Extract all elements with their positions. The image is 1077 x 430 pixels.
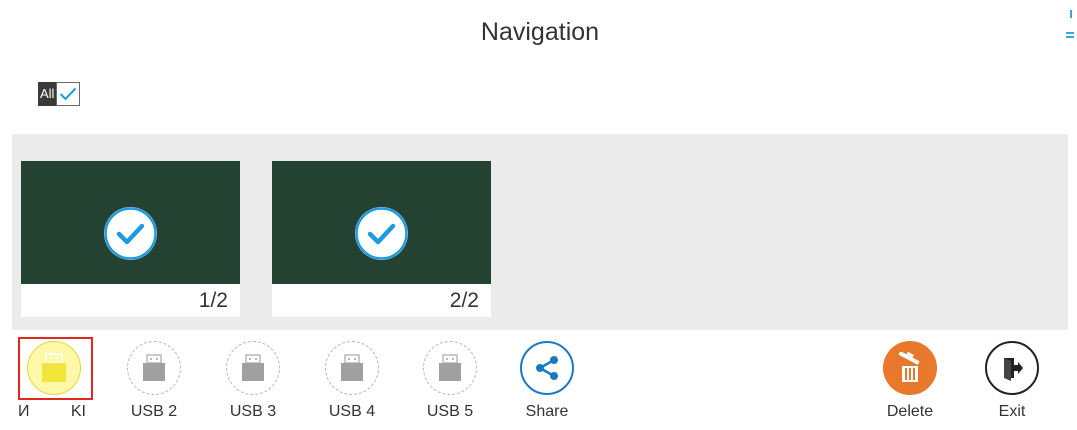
selected-check-icon[interactable] bbox=[355, 207, 408, 260]
usb-drive-icon bbox=[226, 341, 280, 395]
page-thumbnail-1[interactable]: 1/2 bbox=[21, 161, 240, 317]
usb1-label: И KI bbox=[14, 403, 94, 421]
share-icon bbox=[520, 341, 574, 395]
page-number: 2/2 bbox=[272, 284, 491, 317]
usb5-label: USB 5 bbox=[426, 403, 474, 420]
usb1-label-right: KI bbox=[70, 403, 86, 420]
header-edge-mark bbox=[1070, 10, 1072, 18]
usb-drive-icon bbox=[127, 341, 181, 395]
usb-drive-icon bbox=[27, 341, 81, 395]
delete-label: Delete bbox=[886, 403, 934, 420]
page-number: 1/2 bbox=[21, 284, 240, 317]
page-thumbnail-2[interactable]: 2/2 bbox=[272, 161, 491, 317]
exit-button[interactable]: Exit bbox=[972, 330, 1052, 430]
usb5-button[interactable]: USB 5 bbox=[410, 330, 490, 430]
bottom-toolbar: И KI USB 2 USB 3 USB 4 USB 5 Share Delet… bbox=[12, 330, 1068, 430]
select-all-checkbox[interactable] bbox=[56, 82, 81, 106]
select-all[interactable]: All bbox=[38, 82, 81, 106]
exit-icon bbox=[985, 341, 1039, 395]
usb1-label-left: И bbox=[18, 403, 30, 420]
usb4-button[interactable]: USB 4 bbox=[312, 330, 392, 430]
checkmark-icon bbox=[60, 87, 77, 101]
delete-button[interactable]: Delete bbox=[870, 330, 950, 430]
usb-drive-icon bbox=[325, 341, 379, 395]
usb3-button[interactable]: USB 3 bbox=[213, 330, 293, 430]
trash-icon bbox=[883, 341, 937, 395]
share-button[interactable]: Share bbox=[507, 330, 587, 430]
usb4-label: USB 4 bbox=[328, 403, 376, 420]
usb-drive-icon bbox=[423, 341, 477, 395]
usb1-button[interactable]: И KI bbox=[14, 330, 94, 430]
usb2-button[interactable]: USB 2 bbox=[114, 330, 194, 430]
select-all-label: All bbox=[38, 82, 57, 106]
header: Navigation All bbox=[12, 10, 1074, 134]
usb2-label: USB 2 bbox=[130, 403, 178, 420]
page-preview bbox=[21, 161, 240, 284]
pages-grid: 1/2 2/2 bbox=[12, 134, 1068, 330]
menu-handle-icon[interactable] bbox=[1066, 32, 1074, 38]
share-label: Share bbox=[525, 403, 569, 420]
usb3-label: USB 3 bbox=[229, 403, 277, 420]
selected-check-icon[interactable] bbox=[104, 207, 157, 260]
page-title: Navigation bbox=[480, 18, 600, 46]
exit-label: Exit bbox=[998, 403, 1026, 420]
page-preview bbox=[272, 161, 491, 284]
